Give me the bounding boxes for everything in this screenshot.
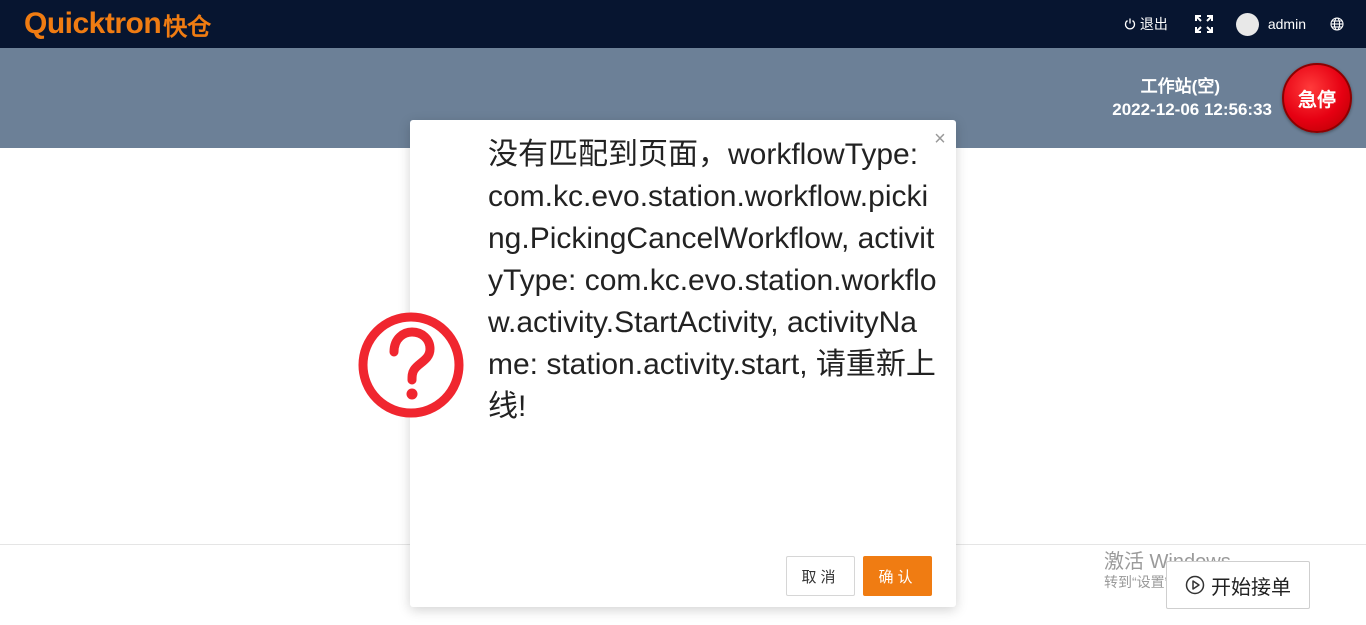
user-menu[interactable]: admin [1235, 12, 1306, 36]
emergency-stop-button[interactable]: 急停 [1282, 63, 1352, 133]
workstation-datetime: 2022-12-06 12:56:33 [1112, 100, 1272, 119]
question-circle-icon [358, 312, 464, 418]
start-order-button[interactable]: 开始接单 [1166, 561, 1310, 609]
play-circle-icon [1185, 575, 1205, 595]
power-icon [1124, 18, 1135, 30]
error-dialog: × 没有匹配到页面，workflowType: com.kc.evo.stati… [358, 120, 956, 607]
top-bar: Quicktron 快仓 退出 admin [0, 0, 1366, 48]
logout-label: 退出 [1139, 16, 1168, 32]
start-order-label: 开始接单 [1211, 576, 1291, 599]
avatar [1235, 12, 1259, 36]
confirm-button[interactable]: 确认 [863, 556, 932, 596]
dialog-message: 没有匹配到页面，workflowType: com.kc.evo.station… [488, 138, 937, 423]
cancel-button[interactable]: 取消 [786, 556, 855, 596]
emergency-stop-label: 急停 [1297, 89, 1336, 111]
brand-name: Quicktron [24, 7, 162, 40]
fullscreen-icon[interactable] [1194, 14, 1214, 34]
logout-button[interactable]: 退出 [1124, 14, 1168, 34]
user-name: admin [1267, 16, 1306, 32]
globe-icon[interactable] [1330, 17, 1344, 31]
workstation-title: 工作站(空) [1140, 77, 1220, 96]
brand-logo: Quicktron 快仓 [24, 6, 211, 42]
brand-name-cn: 快仓 [163, 12, 212, 41]
